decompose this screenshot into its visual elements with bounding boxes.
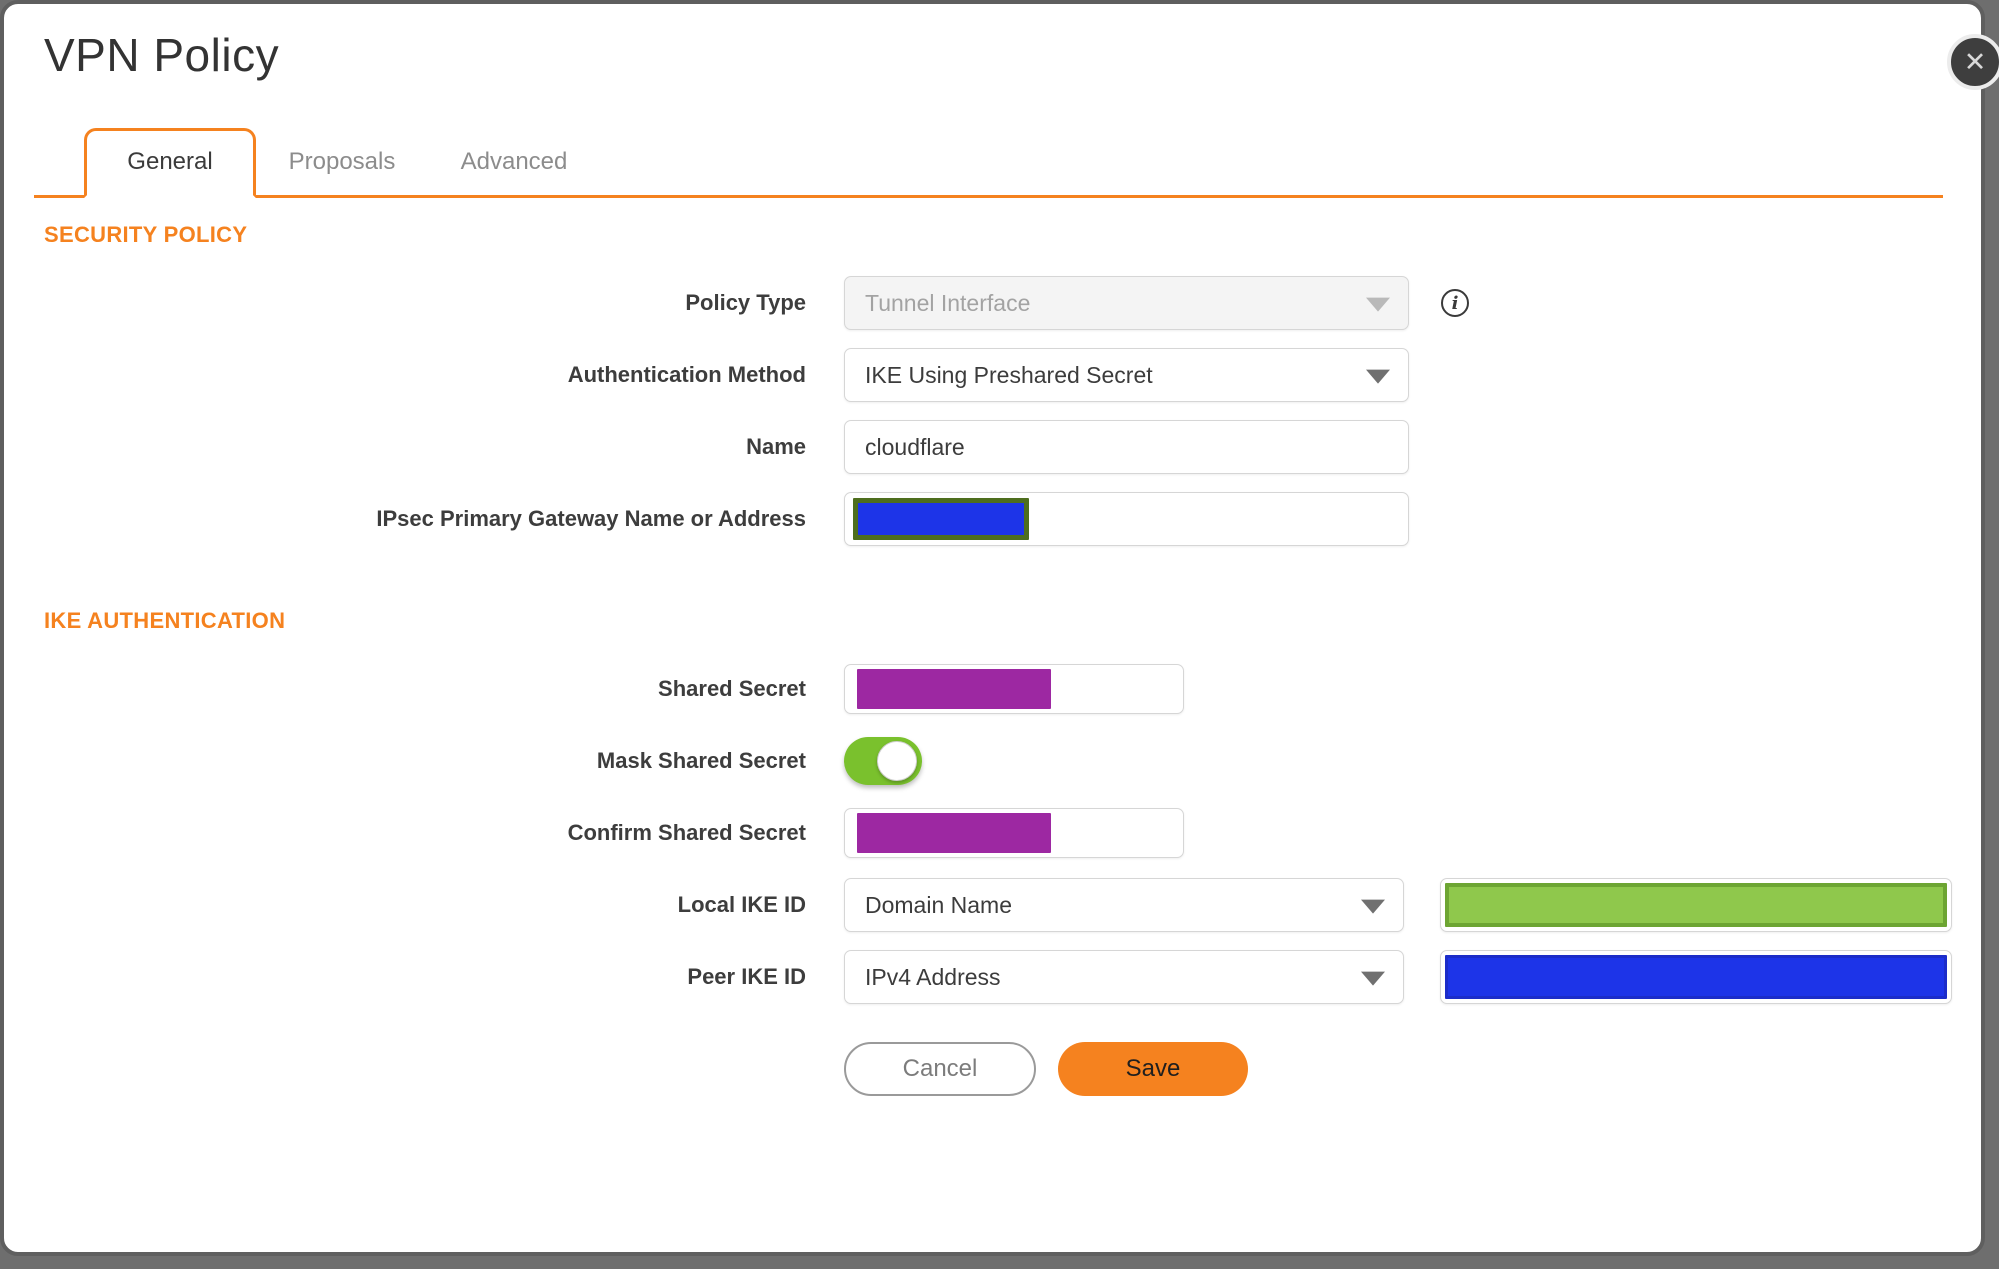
gateway-row: IPsec Primary Gateway Name or Address [4,492,1981,546]
toggle-knob [877,741,917,781]
policy-type-row: Policy Type Tunnel Interface i [4,276,1981,330]
gateway-label: IPsec Primary Gateway Name or Address [376,506,806,531]
auth-method-row: Authentication Method IKE Using Preshare… [4,348,1981,402]
gateway-input[interactable] [844,492,1409,546]
local-ike-id-label: Local IKE ID [677,892,806,917]
auth-method-label: Authentication Method [567,362,806,387]
shared-secret-label: Shared Secret [658,676,806,701]
mask-shared-secret-toggle[interactable] [844,737,922,785]
tab-general[interactable]: General [84,128,256,198]
security-policy-heading: SECURITY POLICY [44,222,248,247]
cancel-button[interactable]: Cancel [844,1042,1036,1096]
peer-ike-id-row: Peer IKE ID IPv4 Address [4,950,1981,1004]
tab-strip: General Proposals Advanced [34,128,1943,198]
name-row: Name [4,420,1981,474]
peer-ike-id-label: Peer IKE ID [687,964,806,989]
local-ike-id-type-value: Domain Name [865,891,1012,918]
tab-proposals[interactable]: Proposals [256,131,428,195]
policy-type-select: Tunnel Interface [844,276,1409,330]
chevron-down-icon [1366,297,1390,312]
peer-ike-id-redaction-block [1445,955,1947,999]
local-ike-id-redaction-block [1445,883,1947,927]
auth-method-select[interactable]: IKE Using Preshared Secret [844,348,1409,402]
chevron-down-icon [1361,971,1385,986]
chevron-down-icon [1361,899,1385,914]
info-icon[interactable]: i [1441,289,1469,317]
close-icon: ✕ [1963,46,1987,77]
name-label: Name [746,434,806,459]
peer-ike-id-type-select[interactable]: IPv4 Address [844,950,1404,1004]
name-input[interactable] [844,420,1409,474]
peer-ike-id-type-value: IPv4 Address [865,963,1001,990]
confirm-shared-secret-input[interactable] [844,808,1184,858]
vpn-policy-dialog: ✕ VPN Policy General Proposals Advanced … [0,0,1999,1256]
close-button[interactable]: ✕ [1947,34,1999,90]
confirm-shared-secret-redaction-block [857,813,1051,853]
mask-shared-secret-label: Mask Shared Secret [596,748,806,773]
chevron-down-icon [1366,369,1390,384]
confirm-shared-secret-row: Confirm Shared Secret [4,806,1981,860]
footer-actions: Cancel Save [844,1042,1981,1096]
save-button[interactable]: Save [1058,1042,1248,1096]
tab-advanced[interactable]: Advanced [428,131,600,195]
local-ike-id-value-input[interactable] [1440,878,1952,932]
page-title: VPN Policy [44,29,280,81]
shared-secret-input[interactable] [844,664,1184,714]
mask-shared-secret-row: Mask Shared Secret [4,734,1981,788]
auth-method-value: IKE Using Preshared Secret [865,361,1153,388]
ike-authentication-heading: IKE AUTHENTICATION [44,608,286,633]
policy-type-label: Policy Type [685,290,806,315]
gateway-redaction-block [853,498,1029,540]
local-ike-id-type-select[interactable]: Domain Name [844,878,1404,932]
confirm-shared-secret-label: Confirm Shared Secret [567,820,806,845]
shared-secret-redaction-block [857,669,1051,709]
policy-type-value: Tunnel Interface [865,289,1031,316]
local-ike-id-row: Local IKE ID Domain Name [4,878,1981,932]
shared-secret-row: Shared Secret [4,662,1981,716]
peer-ike-id-value-input[interactable] [1440,950,1952,1004]
